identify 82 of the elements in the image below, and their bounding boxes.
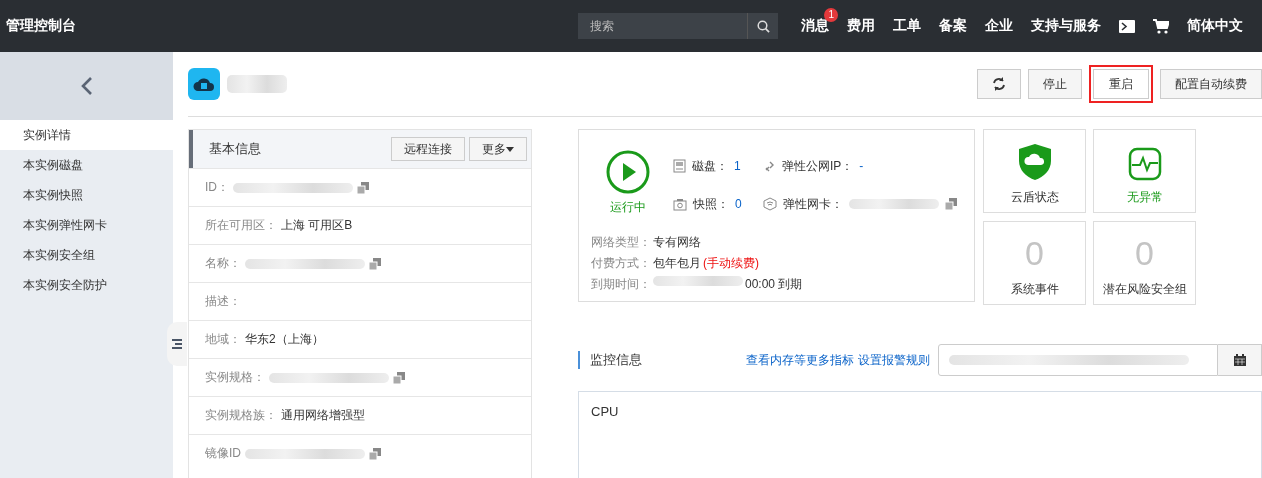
field-value: 00:00 到期 <box>745 276 803 293</box>
section-title: 基本信息 <box>209 140 262 158</box>
stat-label: 弹性公网IP： <box>782 157 854 175</box>
instance-icon <box>188 68 220 100</box>
nav-link[interactable]: 企业 <box>985 17 1013 33</box>
calendar-icon <box>1233 354 1246 366</box>
renewal-note: (手动续费) <box>703 255 759 272</box>
field-value: 通用网络增强型 <box>281 407 365 424</box>
tile-label: 无异常 <box>1126 189 1163 206</box>
tile-label: 潜在风险安全组 <box>1102 281 1187 298</box>
field-value: 华东2（上海） <box>245 331 324 348</box>
list-icon <box>172 339 182 349</box>
link-icon <box>763 159 776 173</box>
stat-label: 弹性网卡： <box>783 195 843 213</box>
field-label: ID： <box>205 179 229 196</box>
date-range-field[interactable] <box>938 344 1218 376</box>
copy-icon[interactable] <box>369 257 381 270</box>
console-title: 管理控制台 <box>5 17 77 35</box>
nav-link[interactable]: 费用 <box>847 17 875 33</box>
cart-icon[interactable] <box>1153 18 1169 34</box>
status-tile[interactable]: 云盾状态 <box>983 129 1086 213</box>
action-button[interactable]: 配置自动续费 <box>1160 69 1262 99</box>
copy-icon[interactable] <box>393 371 405 384</box>
nav-link[interactable]: 简体中文 <box>1187 17 1243 33</box>
copy-icon[interactable] <box>945 198 957 210</box>
stat-value[interactable]: 0 <box>735 197 742 211</box>
status-tile[interactable]: 无异常 <box>1093 129 1196 213</box>
sidebar-item[interactable]: 本实例快照 <box>0 180 173 210</box>
refresh-icon <box>992 77 1006 91</box>
nav-link[interactable]: 工单 <box>893 17 921 33</box>
search-icon[interactable] <box>756 19 770 33</box>
chart-title: CPU <box>591 404 619 419</box>
sidebar-item[interactable]: 本实例安全防护 <box>0 270 173 300</box>
network-card-icon <box>763 197 777 211</box>
field-value: 专有网络 <box>653 234 701 251</box>
stat-label: 快照： <box>693 195 729 213</box>
sidebar-toggle[interactable] <box>167 322 187 366</box>
camera-icon <box>673 197 687 211</box>
field-label: 实例规格族： <box>205 407 277 424</box>
action-button[interactable]: 远程连接 <box>391 137 465 161</box>
link[interactable]: 设置报警规则 <box>858 351 930 369</box>
field-label: 镜像ID <box>205 445 241 462</box>
stat-label: 磁盘： <box>692 157 728 175</box>
sidebar-item[interactable]: 实例详情 <box>0 120 173 150</box>
field-label: 名称： <box>205 255 241 272</box>
sidebar-item[interactable]: 本实例安全组 <box>0 240 173 270</box>
action-button[interactable]: 停止 <box>1028 69 1082 99</box>
field-value: 上海 可用区B <box>281 217 353 234</box>
refresh-button[interactable] <box>977 69 1021 99</box>
count-value: 0 <box>1025 234 1044 273</box>
pulse-monitor-icon <box>1127 147 1162 181</box>
sidebar-item[interactable]: 本实例磁盘 <box>0 150 173 180</box>
play-icon <box>606 150 650 194</box>
stat-value[interactable]: 1 <box>734 159 741 173</box>
action-button[interactable]: 更多 <box>469 137 527 161</box>
section-title: 监控信息 <box>578 351 642 369</box>
tile-label: 云盾状态 <box>1010 189 1059 206</box>
status-tile[interactable]: 0 潜在风险安全组 <box>1093 221 1196 305</box>
status-label: 运行中 <box>610 199 646 216</box>
shield-icon <box>1017 143 1052 181</box>
nav-link[interactable]: 备案 <box>939 17 967 33</box>
field-label: 描述： <box>205 293 241 310</box>
field-label: 到期时间： <box>591 276 651 293</box>
sidebar-item[interactable]: 本实例弹性网卡 <box>0 210 173 240</box>
calendar-button[interactable] <box>1218 344 1262 376</box>
field-value: 包年包月 <box>653 255 701 272</box>
field-label: 所在可用区： <box>205 217 277 234</box>
field-label: 网络类型： <box>591 234 651 251</box>
field-label: 实例规格： <box>205 369 265 386</box>
search-field[interactable]: 搜索 <box>578 13 747 39</box>
field-label: 付费方式： <box>591 255 651 272</box>
terminal-icon[interactable] <box>1119 19 1135 33</box>
chevron-left-icon[interactable] <box>80 76 93 96</box>
tile-label: 系统事件 <box>1010 281 1059 298</box>
stat-value[interactable]: - <box>859 159 864 173</box>
status-tile[interactable]: 0 系统事件 <box>983 221 1086 305</box>
link[interactable]: 查看内存等更多指标 <box>746 351 854 369</box>
copy-icon[interactable] <box>369 447 381 460</box>
copy-icon[interactable] <box>357 181 369 194</box>
nav-link[interactable]: 支持与服务 <box>1031 17 1101 33</box>
count-value: 0 <box>1135 234 1154 273</box>
field-label: 地域： <box>205 331 241 348</box>
